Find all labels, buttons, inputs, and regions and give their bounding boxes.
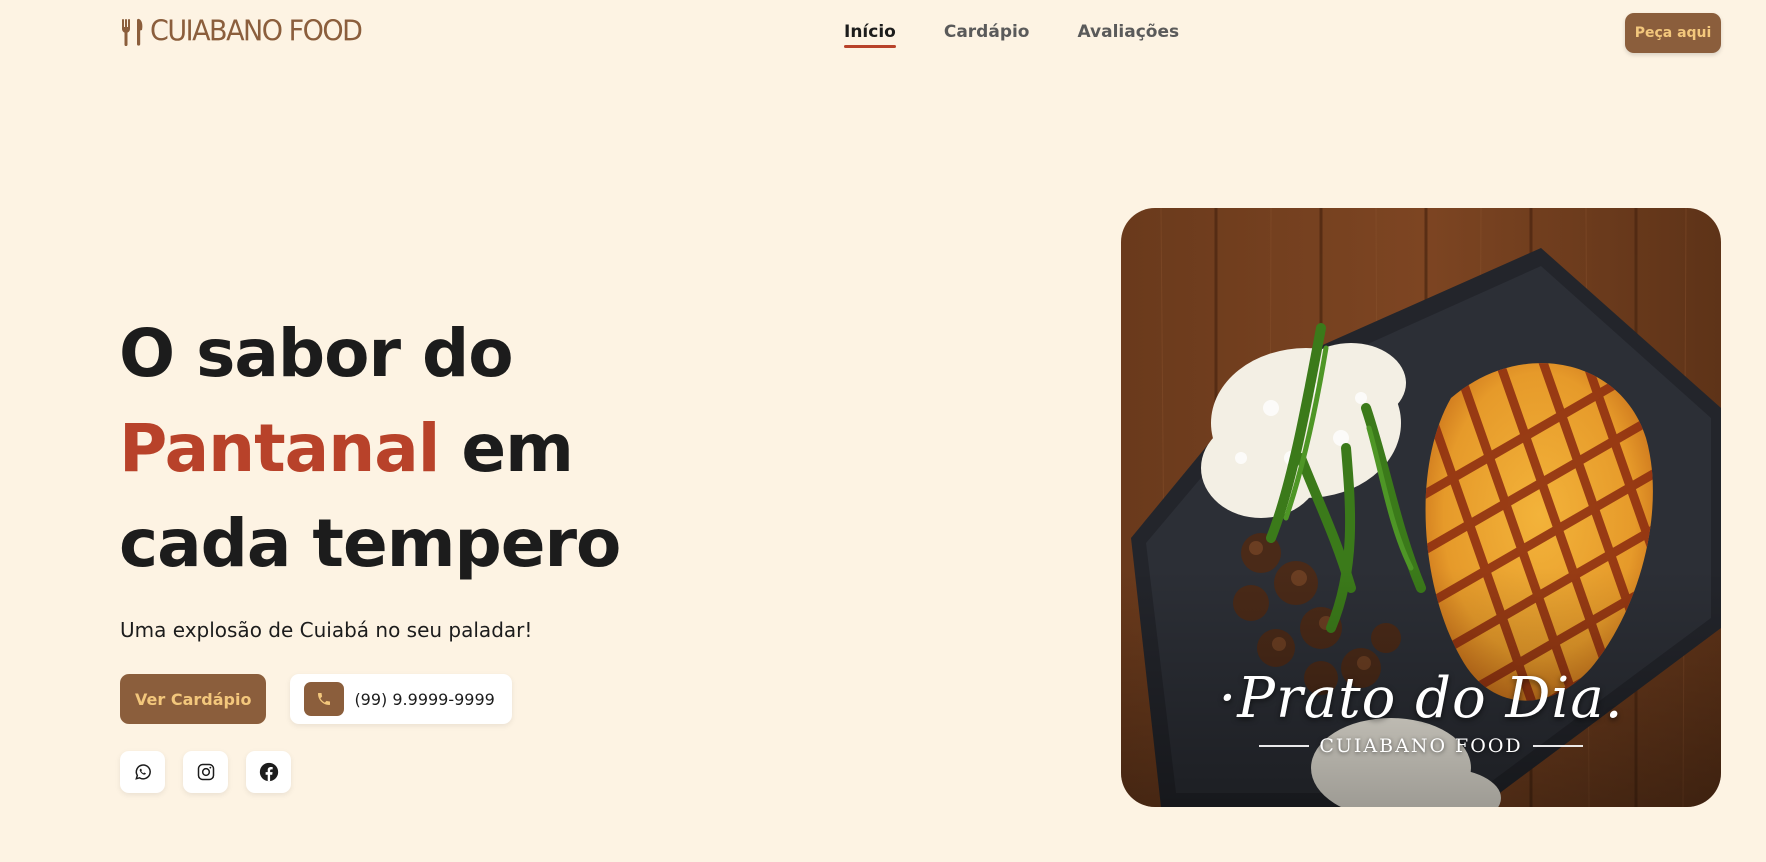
brand-name: CUIABANO FOOD xyxy=(150,15,363,48)
hero-title-line2: em xyxy=(439,410,574,487)
facebook-button[interactable] xyxy=(246,751,291,793)
phone-contact[interactable]: (99) 9.9999-9999 xyxy=(290,674,513,724)
nav-item-avaliacoes[interactable]: Avaliações xyxy=(1078,22,1180,46)
whatsapp-button[interactable] xyxy=(120,751,165,793)
brand-logo[interactable]: CUIABANO FOOD xyxy=(120,15,363,48)
hero-title-accent: Pantanal xyxy=(119,410,440,487)
dish-caption: ·Prato do Dia. CUIABANO FOOD xyxy=(1121,666,1721,757)
swash-divider xyxy=(1532,745,1583,747)
order-button[interactable]: Peça aqui xyxy=(1625,13,1721,53)
view-menu-button[interactable]: Ver Cardápio xyxy=(120,674,267,724)
hero-title: O sabor do Pantanal em cada tempero xyxy=(119,306,621,591)
hero-title-line1: O sabor do xyxy=(119,315,514,392)
cta-row: Ver Cardápio (99) 9.9999-9999 xyxy=(120,674,513,724)
social-links xyxy=(120,751,291,793)
hero-subtitle: Uma explosão de Cuiabá no seu paladar! xyxy=(120,618,533,642)
phone-number: (99) 9.9999-9999 xyxy=(354,689,495,709)
whatsapp-icon xyxy=(134,764,151,780)
nav-item-cardapio[interactable]: Cardápio xyxy=(944,22,1030,46)
dish-brand: CUIABANO FOOD xyxy=(1319,735,1523,757)
main-nav: Início Cardápio Avaliações xyxy=(844,22,1180,48)
site-header: CUIABANO FOOD Início Cardápio Avaliações… xyxy=(0,0,1766,66)
dish-title: ·Prato do Dia. xyxy=(1218,666,1624,731)
dish-of-the-day-card: ·Prato do Dia. CUIABANO FOOD xyxy=(1121,208,1721,807)
instagram-icon xyxy=(197,763,214,781)
fork-knife-icon xyxy=(122,18,143,46)
instagram-button[interactable] xyxy=(183,751,228,793)
nav-item-inicio[interactable]: Início xyxy=(844,22,896,48)
phone-icon xyxy=(304,682,345,716)
hero-title-line3: cada tempero xyxy=(119,505,621,582)
dish-brand-row: CUIABANO FOOD xyxy=(1121,735,1721,757)
swash-divider xyxy=(1259,745,1310,747)
facebook-icon xyxy=(259,762,278,782)
